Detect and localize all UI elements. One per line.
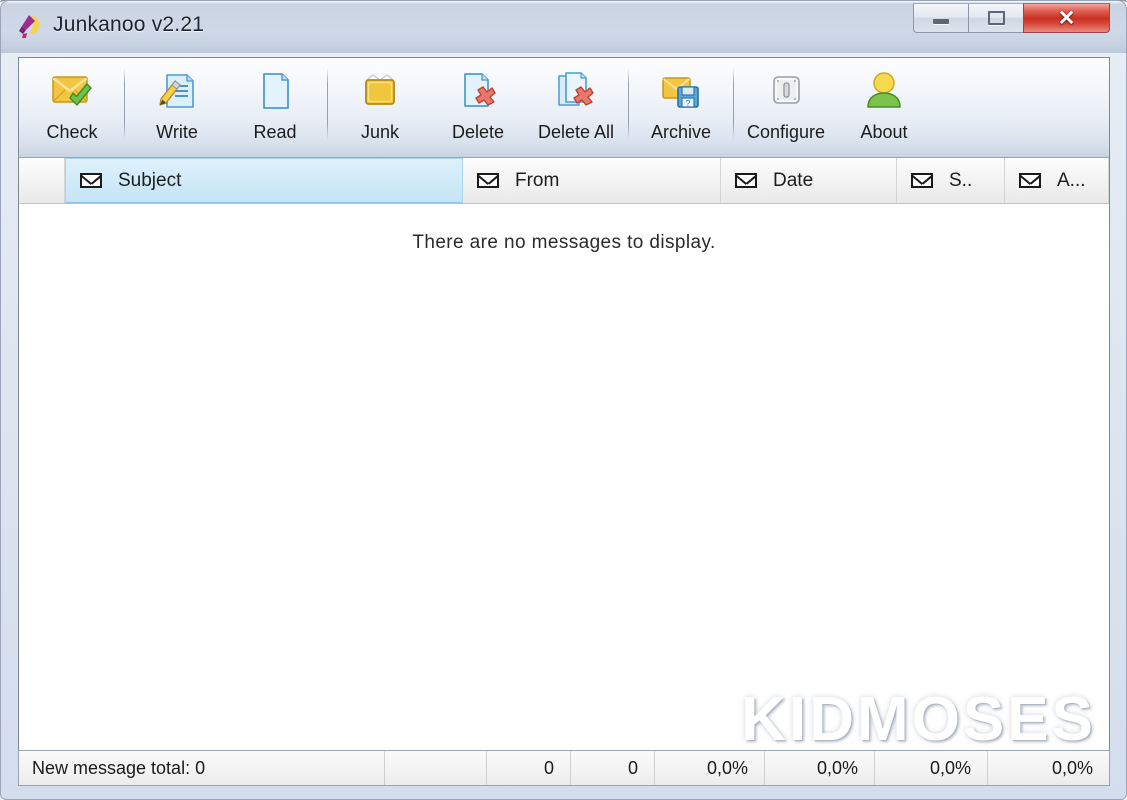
user-about-icon — [860, 66, 908, 116]
column-header-subject[interactable]: Subject — [65, 158, 463, 203]
pages-delete-all-icon — [552, 66, 600, 116]
envelope-check-icon — [48, 66, 96, 116]
column-header-from-label: From — [515, 169, 560, 191]
status-cell-count-2: 0 — [571, 751, 655, 785]
junkanoo-logo-icon — [14, 13, 44, 41]
toolbar-separator — [327, 68, 328, 140]
status-cell-percent-2: 0,0% — [765, 751, 875, 785]
empty-list-message: There are no messages to display. — [412, 232, 716, 253]
main-toolbar: Check Write Read Junk Delete Delete All … — [19, 58, 1109, 158]
check-button[interactable]: Check — [23, 58, 121, 154]
junk-label: Junk — [360, 122, 400, 142]
archive-button[interactable]: ? Archive — [632, 58, 730, 154]
window-controls: ✕ — [913, 3, 1110, 33]
column-gutter — [19, 158, 65, 203]
write-label: Write — [156, 122, 198, 142]
application-window: Junkanoo v2.21 ✕ Check Write Read Junk D… — [0, 0, 1127, 800]
column-header-attachment-label: A... — [1057, 169, 1086, 191]
watermark: KIDMOSES — [741, 685, 1096, 754]
status-cell-percent-4: 0,0% — [1051, 757, 1093, 778]
maximize-button[interactable] — [968, 3, 1023, 33]
title-bar[interactable]: Junkanoo v2.21 ✕ — [0, 0, 1127, 53]
column-header-size[interactable]: S.. — [897, 158, 1005, 203]
about-button[interactable]: About — [835, 58, 933, 154]
junk-box-icon — [356, 66, 404, 116]
column-header-attachment[interactable]: A... — [1005, 158, 1109, 203]
delete-all-label: Delete All — [537, 122, 615, 142]
window-title: Junkanoo v2.21 — [53, 13, 205, 36]
envelope-icon — [477, 173, 499, 188]
delete-all-button[interactable]: Delete All — [527, 58, 625, 154]
configure-button[interactable]: Configure — [737, 58, 835, 154]
read-label: Read — [253, 122, 297, 142]
column-header-date[interactable]: Date — [721, 158, 897, 203]
status-cell-percent-1: 0,0% — [655, 751, 765, 785]
page-delete-icon — [454, 66, 502, 116]
close-icon: ✕ — [1057, 6, 1076, 30]
delete-label: Delete — [451, 122, 505, 142]
envelope-icon — [80, 173, 102, 188]
check-label: Check — [46, 122, 98, 142]
status-bar: New message total: 0 0 0 0,0% 0,0% 0,0% … — [18, 750, 1110, 786]
write-button[interactable]: Write — [128, 58, 226, 154]
svg-text:?: ? — [686, 99, 691, 108]
toolbar-separator — [733, 68, 734, 140]
column-header-size-label: S.. — [949, 169, 973, 191]
column-header-subject-label: Subject — [118, 169, 182, 191]
delete-button[interactable]: Delete — [429, 58, 527, 154]
envelope-icon — [911, 173, 933, 188]
archive-label: Archive — [650, 122, 712, 142]
column-header-date-label: Date — [773, 169, 814, 191]
status-cell-count-1: 0 — [487, 751, 571, 785]
read-button[interactable]: Read — [226, 58, 324, 154]
toolbar-separator — [628, 68, 629, 140]
status-cell-empty — [385, 751, 487, 785]
client-area: Check Write Read Junk Delete Delete All … — [18, 57, 1110, 774]
about-label: About — [860, 122, 908, 142]
status-cell-percent-3: 0,0% — [875, 751, 988, 785]
maximize-icon — [987, 11, 1005, 25]
junk-button[interactable]: Junk — [331, 58, 429, 154]
document-pencil-icon — [153, 66, 201, 116]
minimize-icon — [933, 19, 949, 24]
status-new-message-total: New message total: 0 — [19, 751, 385, 785]
envelope-icon — [735, 173, 757, 188]
blank-page-icon — [251, 66, 299, 116]
configure-label: Configure — [746, 122, 826, 142]
column-header-from[interactable]: From — [463, 158, 721, 203]
minimize-button[interactable] — [913, 3, 968, 33]
toolbar-separator — [124, 68, 125, 140]
title-bar-top-edge — [0, 0, 1127, 2]
close-button[interactable]: ✕ — [1023, 3, 1110, 33]
column-header-row: Subject From Date S.. A... — [19, 158, 1109, 204]
envelope-save-icon: ? — [657, 66, 705, 116]
message-list[interactable]: There are no messages to display. KIDMOS… — [19, 204, 1109, 773]
envelope-icon — [1019, 173, 1041, 188]
configure-panel-icon — [762, 66, 810, 116]
